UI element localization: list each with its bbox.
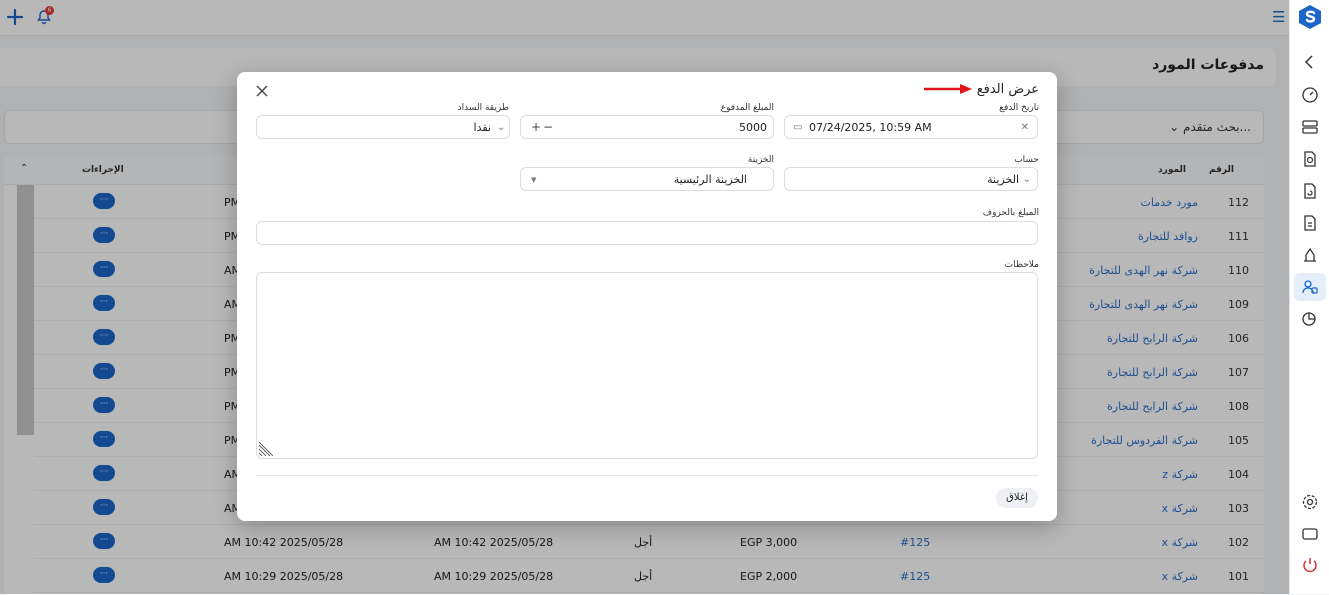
close-button[interactable]: إغلاق xyxy=(996,488,1038,508)
app-logo xyxy=(1299,5,1321,29)
account-select[interactable]: ⌄ الخزينة xyxy=(784,167,1038,191)
settings-gear-icon[interactable] xyxy=(1301,493,1319,511)
amount-paid-value: 5000 xyxy=(739,121,767,134)
power-icon[interactable] xyxy=(1301,556,1319,574)
payment-date-value: 07/24/2025, 10:59 AM xyxy=(809,121,932,134)
amount-in-words-label: المبلغ بالحروف xyxy=(982,208,1039,218)
account-value: الخزينة xyxy=(987,173,1019,186)
report-chart-icon[interactable] xyxy=(1301,310,1319,328)
chevron-down-icon: ⌄ xyxy=(1022,174,1031,185)
increment-icon[interactable]: + xyxy=(531,120,541,134)
amount-paid-label: المبلغ المدفوع xyxy=(720,103,774,113)
clear-icon[interactable]: ✕ xyxy=(1021,122,1029,133)
close-icon[interactable] xyxy=(255,84,269,98)
document-search-icon[interactable] xyxy=(1301,150,1319,168)
calendar-icon: ▭ xyxy=(793,122,803,133)
dialog-title: عرض الدفع xyxy=(976,82,1039,97)
notes-textarea[interactable] xyxy=(256,272,1038,459)
payment-date-label: تاريخ الدفع xyxy=(999,103,1039,113)
payment-method-select[interactable]: ⌄ نقدا xyxy=(256,115,510,139)
amount-in-words-field[interactable] xyxy=(256,221,1038,245)
inventory-icon[interactable] xyxy=(1301,246,1319,264)
decrement-icon[interactable]: − xyxy=(543,120,553,134)
notes-label: ملاحظات xyxy=(1004,260,1039,270)
dashboard-gauge-icon[interactable] xyxy=(1301,86,1319,104)
resize-handle-icon[interactable] xyxy=(259,442,273,456)
invoice-icon[interactable] xyxy=(1301,214,1319,232)
window-icon[interactable] xyxy=(1301,525,1319,543)
chevron-down-icon: ⌄ xyxy=(497,122,506,133)
treasury-label: الخزينة xyxy=(747,155,774,165)
treasury-select[interactable]: ▼ الخزينة الرئيسية xyxy=(520,167,774,191)
chevron-left-icon[interactable] xyxy=(1301,53,1319,71)
payment-method-label: طريقة السداد xyxy=(457,103,509,113)
amount-paid-field[interactable]: + − 5000 xyxy=(520,115,774,139)
dialog-divider xyxy=(256,475,1038,476)
supplier-payments-icon[interactable] xyxy=(1301,278,1319,296)
document-refresh-icon[interactable] xyxy=(1301,182,1319,200)
dropdown-caret-icon: ▼ xyxy=(531,176,537,184)
payment-view-dialog: عرض الدفع تاريخ الدفع ▭ 07/24/2025, 10:5… xyxy=(237,72,1057,521)
payment-date-field[interactable]: ▭ 07/24/2025, 10:59 AM ✕ xyxy=(784,115,1038,139)
server-icon[interactable] xyxy=(1301,118,1319,136)
treasury-value: الخزينة الرئيسية xyxy=(673,173,747,186)
payment-method-value: نقدا xyxy=(473,121,491,134)
account-label: حساب xyxy=(1014,155,1039,165)
annotation-arrow xyxy=(924,84,972,94)
side-rail xyxy=(1289,0,1329,594)
